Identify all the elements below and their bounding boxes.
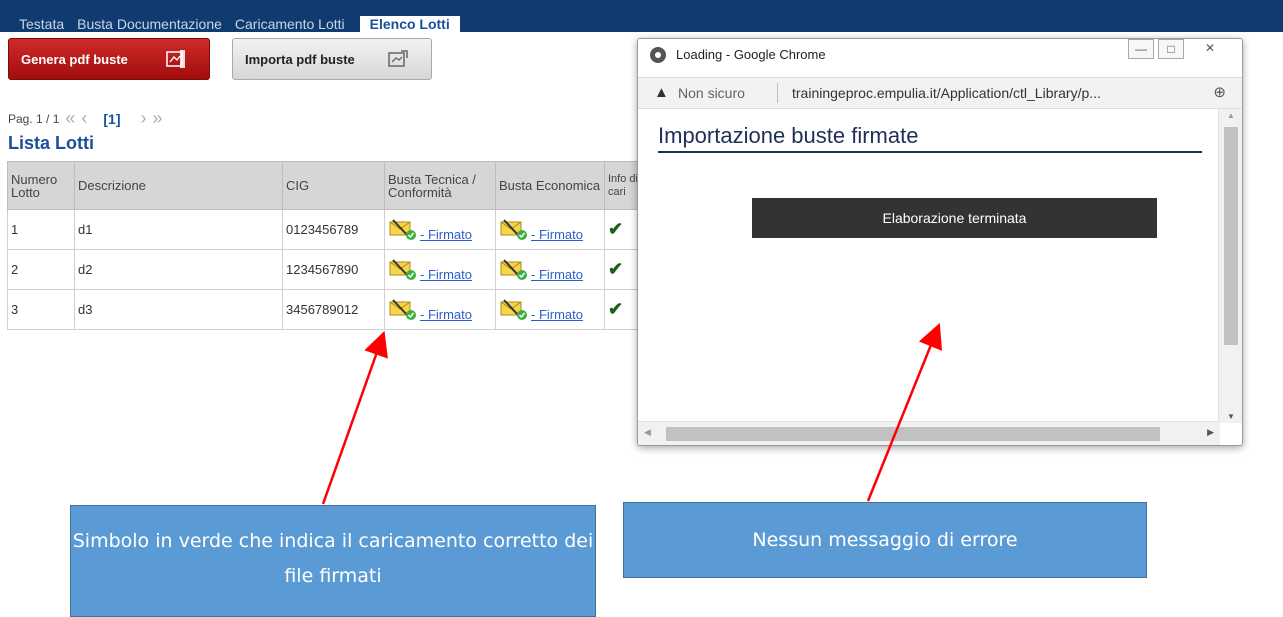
scroll-up-icon[interactable]: ▲ — [1227, 111, 1235, 120]
horizontal-scrollbar[interactable]: ◀ ▶ — [638, 421, 1220, 445]
tab-caricamento-lotti[interactable]: Caricamento Lotti — [229, 16, 352, 32]
pagination: Pag. 1 / 1 « ‹ [1] › » — [8, 108, 163, 129]
header-descrizione: Descrizione — [74, 161, 283, 210]
cell-cig: 0123456789 — [282, 209, 385, 250]
signed-envelope-icon — [500, 258, 527, 280]
firmato-tecnica-link[interactable]: - Firmato — [420, 227, 472, 242]
vertical-scrollbar[interactable]: ▲ ▼ — [1218, 109, 1242, 423]
signed-envelope-icon — [389, 258, 416, 280]
popup-content: Importazione buste firmate Elaborazione … — [638, 109, 1218, 423]
tab-list: Testata Busta Documentazione Caricamento… — [0, 16, 460, 32]
cell-numero: 1 — [7, 209, 75, 250]
tab-busta-documentazione[interactable]: Busta Documentazione — [71, 16, 229, 32]
table-row: 1 d1 0123456789 - Firmato - Firmato ✔ — [7, 209, 645, 250]
double-chevron-right-icon[interactable]: » — [153, 108, 163, 129]
cell-busta-economica: - Firmato — [495, 209, 605, 250]
address-bar[interactable]: ▲ Non sicuro trainingeproc.empulia.it/Ap… — [638, 77, 1242, 109]
cell-busta-economica: - Firmato — [495, 249, 605, 290]
chrome-icon — [650, 47, 666, 63]
import-document-icon — [388, 50, 408, 67]
cell-descrizione: d3 — [74, 289, 283, 330]
window-title: Loading - Google Chrome — [676, 47, 826, 62]
cell-busta-tecnica: - Firmato — [384, 249, 496, 290]
pdf-document-icon — [166, 50, 185, 68]
top-tab-bar: Testata Busta Documentazione Caricamento… — [0, 0, 1283, 32]
not-secure-label: Non sicuro — [678, 85, 745, 101]
close-icon[interactable]: ✕ — [1188, 39, 1232, 59]
signed-envelope-icon — [389, 298, 416, 320]
list-title: Lista Lotti — [8, 133, 94, 153]
current-page-link[interactable]: [1] — [103, 111, 120, 127]
importa-pdf-buste-button[interactable]: Importa pdf buste — [232, 38, 432, 80]
page-count: Pag. 1 / 1 — [8, 111, 60, 126]
cell-cig: 3456789012 — [282, 289, 385, 330]
genera-pdf-buste-label: Genera pdf buste — [21, 51, 128, 67]
firmato-economica-link[interactable]: - Firmato — [531, 227, 583, 242]
table-row: 2 d2 1234567890 - Firmato - Firmato ✔ — [7, 249, 645, 290]
double-chevron-left-icon[interactable]: « — [65, 108, 75, 129]
minimize-icon[interactable]: — — [1128, 39, 1154, 59]
cell-descrizione: d2 — [74, 249, 283, 290]
table-header-row: Numero Lotto Descrizione CIG Busta Tecni… — [7, 161, 645, 210]
signed-envelope-icon — [500, 298, 527, 320]
cell-numero: 3 — [7, 289, 75, 330]
genera-pdf-buste-button[interactable]: Genera pdf buste — [8, 38, 210, 80]
window-controls: — □ ✕ — [1124, 39, 1232, 59]
scroll-right-icon[interactable]: ▶ — [1207, 427, 1214, 438]
callout-no-error: Nessun messaggio di errore — [623, 502, 1147, 578]
chevron-right-icon[interactable]: › — [141, 108, 147, 129]
check-icon: ✔ — [608, 299, 624, 319]
window-titlebar: Loading - Google Chrome — □ ✕ — [638, 39, 1242, 77]
popup-heading: Importazione buste firmate — [658, 123, 919, 148]
cell-busta-tecnica: - Firmato — [384, 289, 496, 330]
arrow-left — [321, 330, 388, 505]
vertical-scroll-thumb[interactable] — [1224, 127, 1238, 345]
address-divider — [777, 83, 778, 103]
chevron-left-icon[interactable]: ‹ — [81, 108, 87, 129]
callout-green-symbol: Simbolo in verde che indica il caricamen… — [70, 505, 596, 617]
url-text: trainingeproc.empulia.it/Application/ctl… — [792, 85, 1101, 101]
firmato-tecnica-link[interactable]: - Firmato — [420, 307, 472, 322]
check-icon: ✔ — [608, 259, 624, 279]
header-busta-tecnica: Busta Tecnica / Conformità — [384, 161, 496, 210]
signed-envelope-icon — [389, 218, 416, 240]
status-message: Elaborazione terminata — [752, 198, 1157, 238]
importa-pdf-buste-label: Importa pdf buste — [245, 51, 355, 67]
lotti-table: Numero Lotto Descrizione CIG Busta Tecni… — [7, 161, 645, 330]
firmato-economica-link[interactable]: - Firmato — [531, 267, 583, 282]
zoom-icon[interactable]: ⊕ — [1213, 83, 1226, 101]
chrome-popup-window: Loading - Google Chrome — □ ✕ ▲ Non sicu… — [637, 38, 1243, 446]
firmato-economica-link[interactable]: - Firmato — [531, 307, 583, 322]
cell-cig: 1234567890 — [282, 249, 385, 290]
tab-elenco-lotti[interactable]: Elenco Lotti — [359, 16, 460, 32]
cell-busta-economica: - Firmato — [495, 289, 605, 330]
scroll-left-icon[interactable]: ◀ — [644, 427, 651, 438]
cell-numero: 2 — [7, 249, 75, 290]
scroll-down-icon[interactable]: ▼ — [1227, 412, 1235, 421]
maximize-icon[interactable]: □ — [1158, 39, 1184, 59]
header-cig: CIG — [282, 161, 385, 210]
cell-busta-tecnica: - Firmato — [384, 209, 496, 250]
signed-envelope-icon — [500, 218, 527, 240]
firmato-tecnica-link[interactable]: - Firmato — [420, 267, 472, 282]
horizontal-scroll-thumb[interactable] — [666, 427, 1160, 441]
heading-divider — [658, 151, 1202, 153]
tab-testata[interactable]: Testata — [0, 16, 71, 32]
table-row: 3 d3 3456789012 - Firmato - Firmato ✔ — [7, 289, 645, 330]
cell-descrizione: d1 — [74, 209, 283, 250]
warning-icon: ▲ — [654, 84, 669, 101]
check-icon: ✔ — [608, 219, 624, 239]
header-busta-economica: Busta Economica — [495, 161, 605, 210]
header-numero-lotto: Numero Lotto — [7, 161, 75, 210]
